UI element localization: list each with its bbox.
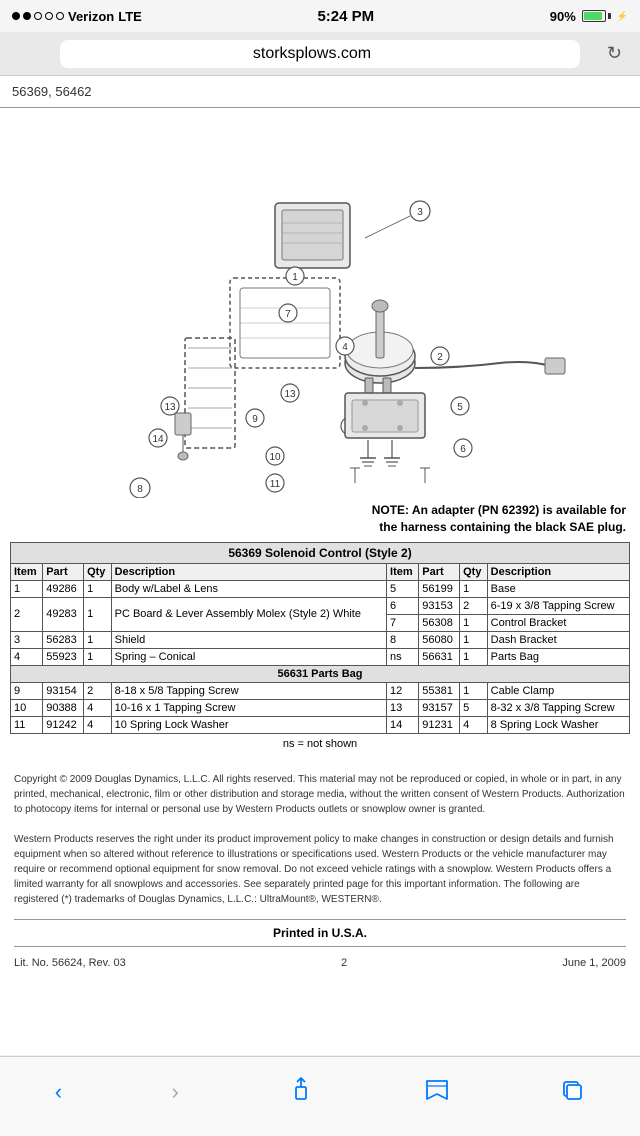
- col-header-part1: Part: [43, 563, 84, 580]
- bookmarks-icon: [424, 1077, 450, 1103]
- network-label: LTE: [118, 9, 142, 24]
- table-row: 2492831PC Board & Lever Assembly Molex (…: [11, 597, 630, 614]
- dot-4: [45, 12, 53, 20]
- time-label: 5:24 PM: [317, 8, 374, 25]
- svg-text:7: 7: [285, 309, 291, 320]
- table-row: 1492861Body w/Label & Lens 5561991Base: [11, 580, 630, 597]
- table-section-header-2: 56631 Parts Bag: [11, 665, 630, 682]
- copyright-para-1: Copyright © 2009 Douglas Dynamics, L.L.C…: [14, 772, 626, 817]
- back-icon: ‹: [55, 1079, 62, 1104]
- parts-diagram: 3 1 7 4 2: [0, 108, 640, 498]
- share-button[interactable]: [278, 1073, 324, 1110]
- svg-text:14: 14: [152, 434, 164, 445]
- table-row: 1191242410 Spring Lock Washer 149123148 …: [11, 716, 630, 733]
- svg-text:3: 3: [417, 207, 423, 218]
- dot-5: [56, 12, 64, 20]
- svg-text:4: 4: [342, 342, 348, 353]
- col-header-desc1: Description: [111, 563, 386, 580]
- bottom-toolbar: ‹ ›: [0, 1056, 640, 1136]
- col-header-item1: Item: [11, 563, 43, 580]
- col-header-part2: Part: [419, 563, 460, 580]
- copyright-section: Copyright © 2009 Douglas Dynamics, L.L.C…: [0, 764, 640, 915]
- tabs-button[interactable]: [549, 1073, 595, 1110]
- note-strong: NOTE: An adapter (PN 62392) is available…: [372, 503, 626, 534]
- status-left: Verizon LTE: [12, 9, 142, 24]
- ns-note: ns = not shown: [10, 734, 630, 754]
- svg-text:5: 5: [457, 402, 463, 413]
- url-bar[interactable]: storksplows.com: [60, 40, 580, 68]
- table-row: 99315428-18 x 5/8 Tapping Screw 12553811…: [11, 682, 630, 699]
- reload-button[interactable]: ↻: [607, 43, 622, 64]
- note-text: NOTE: An adapter (PN 62392) is available…: [0, 498, 640, 542]
- svg-text:1: 1: [292, 272, 298, 283]
- col-header-item2: Item: [387, 563, 419, 580]
- parts-section: 56369 Solenoid Control (Style 2) Item Pa…: [0, 542, 640, 764]
- back-button[interactable]: ‹: [45, 1075, 72, 1109]
- bookmarks-button[interactable]: [414, 1073, 460, 1110]
- table-row: 1090388410-16 x 1 Tapping Screw 13931575…: [11, 699, 630, 716]
- carrier-label: Verizon: [68, 9, 114, 24]
- table-row: 3562831Shield 8560801Dash Bracket: [11, 631, 630, 648]
- svg-text:11: 11: [270, 479, 281, 490]
- status-right: 90% ⚡: [550, 9, 628, 24]
- table-section-header-1: 56369 Solenoid Control (Style 2): [11, 542, 630, 563]
- copyright-para-2: Western Products reserves the right unde…: [14, 832, 626, 907]
- forward-button[interactable]: ›: [162, 1075, 189, 1109]
- svg-text:9: 9: [252, 414, 258, 425]
- table-row: 4559231Spring – Conical ns566311Parts Ba…: [11, 648, 630, 665]
- dot-2: [23, 12, 31, 20]
- browser-bar: storksplows.com ↻: [0, 32, 640, 76]
- share-icon: [288, 1077, 314, 1103]
- svg-text:13: 13: [284, 389, 296, 400]
- lit-number: Lit. No. 56624, Rev. 03: [14, 957, 126, 969]
- part-numbers: 56369, 56462: [0, 76, 640, 108]
- status-bar: Verizon LTE 5:24 PM 90% ⚡: [0, 0, 640, 32]
- dot-1: [12, 12, 20, 20]
- printed-in-usa: Printed in U.S.A.: [14, 919, 626, 947]
- battery-icon: [582, 10, 611, 22]
- svg-text:13: 13: [164, 402, 176, 413]
- dot-3: [34, 12, 42, 20]
- page-content: 56369, 56462 3 1: [0, 76, 640, 1055]
- forward-icon: ›: [172, 1079, 179, 1104]
- col-header-qty2: Qty: [460, 563, 488, 580]
- page-number: 2: [341, 957, 347, 969]
- signal-dots: [12, 12, 64, 20]
- col-header-desc2: Description: [487, 563, 629, 580]
- col-header-qty1: Qty: [84, 563, 112, 580]
- battery-percent: 90%: [550, 9, 576, 24]
- doc-date: June 1, 2009: [562, 957, 626, 969]
- charging-icon: ⚡: [617, 11, 628, 22]
- svg-text:6: 6: [460, 444, 466, 455]
- parts-table: 56369 Solenoid Control (Style 2) Item Pa…: [10, 542, 630, 734]
- svg-text:10: 10: [269, 452, 281, 463]
- svg-text:2: 2: [437, 352, 443, 363]
- doc-footer: Lit. No. 56624, Rev. 03 2 June 1, 2009: [0, 951, 640, 975]
- tabs-icon: [559, 1077, 585, 1103]
- svg-text:8: 8: [137, 484, 143, 495]
